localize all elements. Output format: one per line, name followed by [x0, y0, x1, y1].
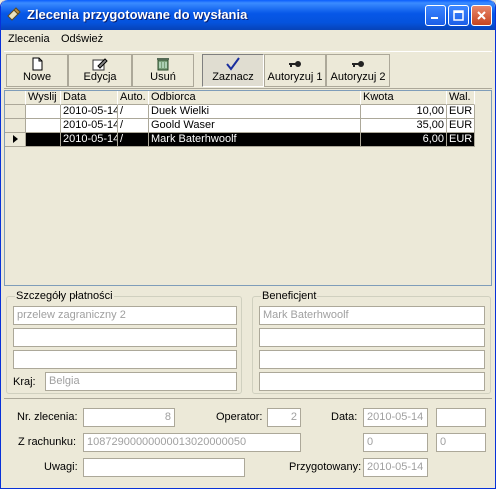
order-details-panel: Nr. zlecenia: 8 Operator: 2 Data: 2010-0…	[4, 398, 492, 484]
key-icon	[350, 57, 366, 71]
grid-header: Wyslij Data Auto. Odbiorca Kwota Wal.	[5, 91, 477, 105]
title-bar[interactable]: Zlecenia przygotowane do wysłania	[1, 0, 495, 30]
country-label: Kraj:	[13, 376, 36, 388]
maximize-button[interactable]	[448, 5, 469, 26]
cell-wal[interactable]: EUR	[447, 119, 475, 133]
authorize2-button-label: Autoryzuj 2	[330, 71, 386, 83]
key-icon	[287, 57, 303, 71]
cell-wyslij[interactable]	[26, 119, 61, 133]
beneficiary-line1-field[interactable]: Mark Baterhwoolf	[259, 306, 485, 325]
window-title: Zlecenia przygotowane do wysłania	[27, 7, 248, 22]
cell-odbiorca[interactable]: Goold Waser	[149, 119, 361, 133]
delete-button-label: Usuń	[150, 71, 176, 83]
orders-grid[interactable]: Wyslij Data Auto. Odbiorca Kwota Wal. 20…	[4, 90, 492, 286]
beneficiary-line2-field[interactable]	[259, 328, 485, 347]
order-number-field[interactable]: 8	[83, 408, 175, 427]
current-row-arrow-icon	[13, 135, 18, 143]
mark-button[interactable]: Zaznacz	[202, 54, 264, 87]
mark-button-label: Zaznacz	[212, 71, 254, 83]
new-document-icon	[29, 57, 45, 71]
authorize1-button-label: Autoryzuj 1	[267, 71, 323, 83]
operator-field[interactable]: 2	[267, 408, 301, 427]
edit-icon	[92, 57, 108, 71]
check-icon	[225, 57, 241, 71]
prepared-label: Przygotowany:	[289, 461, 362, 473]
beneficiary-group: Beneficjent Mark Baterhwoolf	[252, 290, 491, 394]
date-field[interactable]: 2010-05-14	[363, 408, 428, 427]
beneficiary-line3-field[interactable]	[259, 350, 485, 369]
prepared-field[interactable]: 2010-05-14	[363, 458, 428, 477]
header-indicator	[5, 91, 26, 105]
minimize-button[interactable]	[425, 5, 446, 26]
cell-odbiorca[interactable]: Mark Baterhwoolf	[149, 133, 361, 147]
order-number-label: Nr. zlecenia:	[17, 411, 78, 423]
column-header-auto[interactable]: Auto.	[118, 91, 149, 105]
cell-auto[interactable]: /	[118, 105, 149, 119]
close-button[interactable]	[471, 5, 492, 26]
column-header-odbiorca[interactable]: Odbiorca	[149, 91, 361, 105]
cell-kwota[interactable]: 6,00	[361, 133, 447, 147]
column-header-data[interactable]: Data	[61, 91, 118, 105]
cell-kwota[interactable]: 35,00	[361, 119, 447, 133]
cell-data[interactable]: 2010-05-14	[61, 105, 118, 119]
payment-line1-field[interactable]: przelew zagraniczny 2	[13, 306, 237, 325]
column-header-wal[interactable]: Wal.	[447, 91, 475, 105]
cell-wyslij[interactable]	[26, 133, 61, 147]
cell-data[interactable]: 2010-05-14	[61, 133, 118, 147]
menu-zlecenia[interactable]: Zlecenia	[8, 33, 50, 45]
new-button[interactable]: Nowe	[6, 54, 68, 87]
payment-details-legend: Szczegóły płatności	[15, 290, 114, 302]
cell-wyslij[interactable]	[26, 105, 61, 119]
authorize2-button[interactable]: Autoryzuj 2	[326, 54, 390, 87]
date-label: Data:	[331, 411, 358, 423]
cell-wal[interactable]: EUR	[447, 105, 475, 119]
payment-line2-field[interactable]	[13, 328, 237, 347]
column-header-kwota[interactable]: Kwota	[361, 91, 447, 105]
delete-button[interactable]: Usuń	[132, 54, 194, 87]
menu-odswiez[interactable]: Odśwież	[61, 33, 103, 45]
toolbar: Nowe Edycja Usuń Zaznacz Autoryzuj 1 Aut…	[4, 51, 492, 89]
notes-label: Uwagi:	[44, 461, 78, 473]
row-indicator[interactable]	[5, 133, 26, 147]
edit-button[interactable]: Edycja	[68, 54, 132, 87]
cell-auto[interactable]: /	[118, 133, 149, 147]
new-button-label: Nowe	[22, 71, 52, 83]
cell-kwota[interactable]: 10,00	[361, 105, 447, 119]
date-extra-field[interactable]	[436, 408, 486, 427]
cell-auto[interactable]: /	[118, 119, 149, 133]
notes-field[interactable]	[83, 458, 245, 477]
main-window: Zlecenia przygotowane do wysłania Zlecen…	[0, 0, 496, 489]
cell-wal[interactable]: EUR	[447, 133, 475, 147]
beneficiary-line4-field[interactable]	[259, 372, 485, 391]
row-indicator[interactable]	[5, 105, 26, 119]
account-label: Z rachunku:	[18, 436, 77, 448]
column-header-wyslij[interactable]: Wyslij	[26, 91, 61, 105]
authorize1-button[interactable]: Autoryzuj 1	[264, 54, 326, 87]
country-field[interactable]: Belgia	[45, 372, 237, 391]
menu-bar: Zlecenia Odśwież	[1, 30, 495, 49]
beneficiary-legend: Beneficjent	[261, 290, 318, 302]
num1-field[interactable]: 0	[363, 433, 428, 452]
operator-label: Operator:	[216, 411, 263, 423]
app-icon	[6, 6, 22, 22]
cell-odbiorca[interactable]: Duek Wielki	[149, 105, 361, 119]
payment-line3-field[interactable]	[13, 350, 237, 369]
row-indicator[interactable]	[5, 119, 26, 133]
edit-button-label: Edycja	[83, 71, 117, 83]
num2-field[interactable]: 0	[436, 433, 486, 452]
delete-icon	[155, 57, 171, 71]
cell-data[interactable]: 2010-05-14	[61, 119, 118, 133]
account-field[interactable]: 10872900000000013020000050	[83, 433, 301, 452]
payment-details-group: Szczegóły płatności przelew zagraniczny …	[6, 290, 242, 394]
